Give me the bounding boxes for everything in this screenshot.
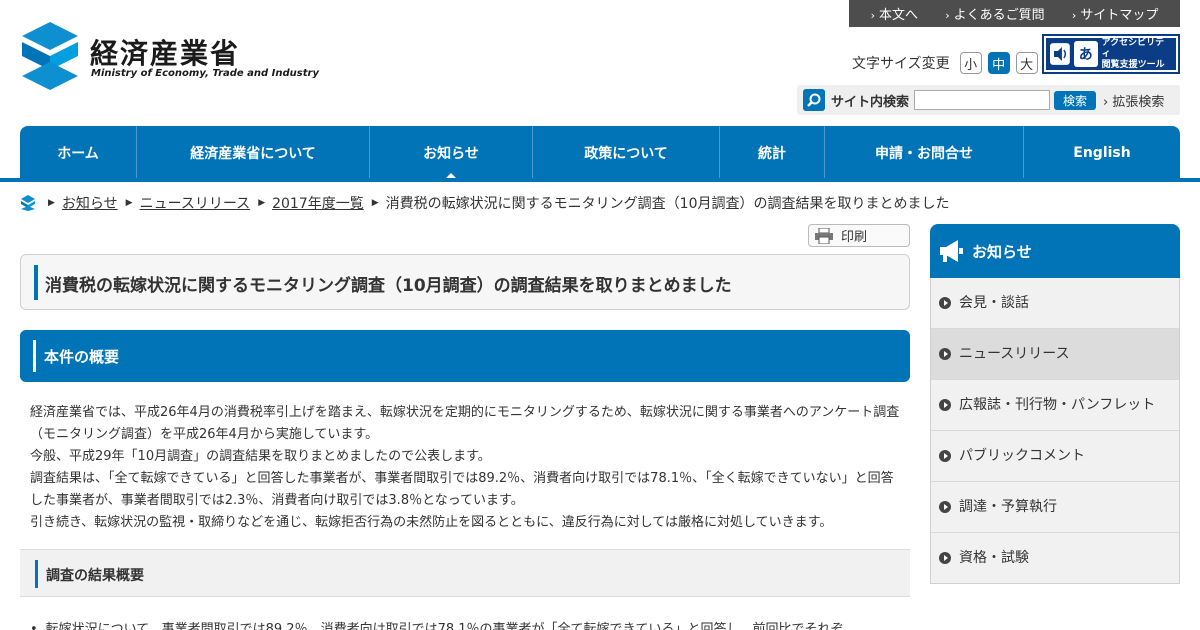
arrow-circle-icon xyxy=(939,450,951,462)
arrow-circle-icon xyxy=(939,501,951,513)
subsection-header: 調査の結果概要 xyxy=(20,549,910,597)
hiragana-a-icon: あ xyxy=(1073,41,1098,67)
section-body: 経済産業省では、平成26年4月の消費税率引上げを踏まえ、転嫁状況を定期的にモニタ… xyxy=(30,402,902,534)
font-size-switcher: 文字サイズ変更 小 中 大 xyxy=(852,52,1038,74)
chevron-right-icon: › xyxy=(870,9,876,22)
logo-english-name: Ministry of Economy, Trade and Industry xyxy=(91,68,319,79)
result-bullets: 転嫁状況について、事業者間取引では89.2％、消費者向け取引では78.1％の事業… xyxy=(30,618,910,630)
speaker-icon xyxy=(1050,43,1070,65)
meti-logo[interactable]: 経済産業省 Ministry of Economy, Trade and Ind… xyxy=(20,22,319,92)
side-item-news-release[interactable]: ニュースリリース xyxy=(931,329,1179,380)
utility-bar: › 本文へ › よくあるご質問 › サイトマップ xyxy=(849,0,1180,27)
nav-home[interactable]: ホーム xyxy=(20,126,137,180)
subsection-title: 調査の結果概要 xyxy=(46,568,144,584)
nav-underline xyxy=(0,178,1200,182)
section-title: 本件の概要 xyxy=(44,348,120,366)
print-button[interactable]: 印刷 xyxy=(808,224,910,247)
arrow-circle-icon xyxy=(939,552,951,564)
font-size-small-button[interactable]: 小 xyxy=(959,52,982,74)
breadcrumb-arrow-icon: ▶ xyxy=(371,198,379,208)
accessibility-label-1: アクセシビリティ xyxy=(1101,37,1165,59)
chevron-right-icon: › xyxy=(1103,94,1113,110)
breadcrumb-news-release[interactable]: ニュースリリース xyxy=(140,193,251,213)
body-paragraph: 調査結果は、「全て転嫁できている」と回答した事業者が、事業者間取引では89.2％… xyxy=(30,471,894,508)
faq-link[interactable]: › よくあるご質問 xyxy=(945,4,1044,23)
megaphone-icon xyxy=(940,240,963,262)
arrow-circle-icon xyxy=(939,297,951,309)
breadcrumb-arrow-icon: ▶ xyxy=(258,198,266,208)
chevron-right-icon: › xyxy=(945,9,950,22)
body-paragraph: 経済産業省では、平成26年4月の消費税率引上げを踏まえ、転嫁状況を定期的にモニタ… xyxy=(30,405,900,442)
nav-news[interactable]: お知らせ xyxy=(370,126,533,180)
nav-english[interactable]: English xyxy=(1024,126,1180,180)
section-header: 本件の概要 xyxy=(20,330,910,382)
arrow-circle-icon xyxy=(939,399,951,411)
breadcrumb-2017-list[interactable]: 2017年度一覧 xyxy=(272,193,364,213)
body-paragraph: 今般、平成29年「10月調査」の調査結果を取りまとめましたので公表します。 xyxy=(30,449,491,464)
accessibility-label-2: 閲覧支援ツール xyxy=(1101,59,1165,70)
side-item-procurement[interactable]: 調達・予算執行 xyxy=(931,482,1179,533)
sitemap-link[interactable]: › サイトマップ xyxy=(1072,4,1158,23)
breadcrumb: ▶ お知らせ ▶ ニュースリリース ▶ 2017年度一覧 ▶ 消費税の転嫁状況に… xyxy=(20,193,949,213)
side-nav-title: お知らせ xyxy=(972,242,1032,261)
print-label: 印刷 xyxy=(841,230,868,245)
chevron-right-icon: › xyxy=(1071,9,1077,22)
side-item-public-comment[interactable]: パブリックコメント xyxy=(931,431,1179,482)
nav-policy[interactable]: 政策について xyxy=(533,126,720,180)
global-navigation: ホーム 経済産業省について お知らせ 政策について 統計 申請・お問合せ Eng… xyxy=(20,126,1180,180)
list-item: 転嫁状況について、事業者間取引では89.2％、消費者向け取引では78.1％の事業… xyxy=(30,618,910,630)
nav-statistics[interactable]: 統計 xyxy=(720,126,825,180)
accessibility-tool-button[interactable]: あ アクセシビリティ 閲覧支援ツール xyxy=(1042,34,1180,74)
font-size-medium-button[interactable]: 中 xyxy=(987,52,1010,74)
printer-icon xyxy=(815,227,833,244)
nav-about-meti[interactable]: 経済産業省について xyxy=(137,126,370,180)
arrow-circle-icon xyxy=(939,348,951,360)
page-title-box: 消費税の転嫁状況に関するモニタリング調査（10月調査）の調査結果を取りまとめまし… xyxy=(20,254,910,310)
body-paragraph: 引き続き、転嫁状況の監視・取締りなどを通じ、転嫁拒否行為の未然防止を図るとともに… xyxy=(30,515,833,530)
font-size-large-button[interactable]: 大 xyxy=(1015,52,1038,74)
site-search-bar: サイト内検索 検索 › 拡張検索 xyxy=(797,85,1180,115)
side-item-press-conference[interactable]: 会見・談話 xyxy=(931,278,1179,329)
search-icon xyxy=(803,89,825,111)
search-button[interactable]: 検索 xyxy=(1054,90,1097,110)
site-search-input[interactable] xyxy=(914,90,1051,110)
page-title: 消費税の転嫁状況に関するモニタリング調査（10月調査）の調査結果を取りまとめまし… xyxy=(45,276,732,296)
breadcrumb-current: 消費税の転嫁状況に関するモニタリング調査（10月調査）の調査結果を取りまとめまし… xyxy=(385,196,950,212)
nav-application-contact[interactable]: 申請・お問合せ xyxy=(825,126,1024,180)
side-nav-header: お知らせ xyxy=(930,224,1180,278)
skip-to-content-link[interactable]: › 本文へ xyxy=(871,4,918,23)
side-item-publications[interactable]: 広報誌・刊行物・パンフレット xyxy=(931,380,1179,431)
extended-search-link[interactable]: › 拡張検索 xyxy=(1103,91,1164,110)
breadcrumb-arrow-icon: ▶ xyxy=(48,198,55,208)
breadcrumb-news[interactable]: お知らせ xyxy=(62,193,118,213)
side-navigation: お知らせ 会見・談話 ニュースリリース 広報誌・刊行物・パンフレット パブリック… xyxy=(930,224,1180,584)
home-logo-icon[interactable] xyxy=(20,195,36,211)
logo-japanese-name: 経済産業省 xyxy=(90,37,241,70)
site-search-label: サイト内検索 xyxy=(831,94,910,110)
side-item-qualifications[interactable]: 資格・試験 xyxy=(931,533,1179,583)
font-size-label: 文字サイズ変更 xyxy=(852,56,950,72)
breadcrumb-arrow-icon: ▶ xyxy=(125,198,133,208)
side-nav-list: 会見・談話 ニュースリリース 広報誌・刊行物・パンフレット パブリックコメント … xyxy=(930,278,1180,584)
meti-logo-mark-icon xyxy=(22,22,78,90)
